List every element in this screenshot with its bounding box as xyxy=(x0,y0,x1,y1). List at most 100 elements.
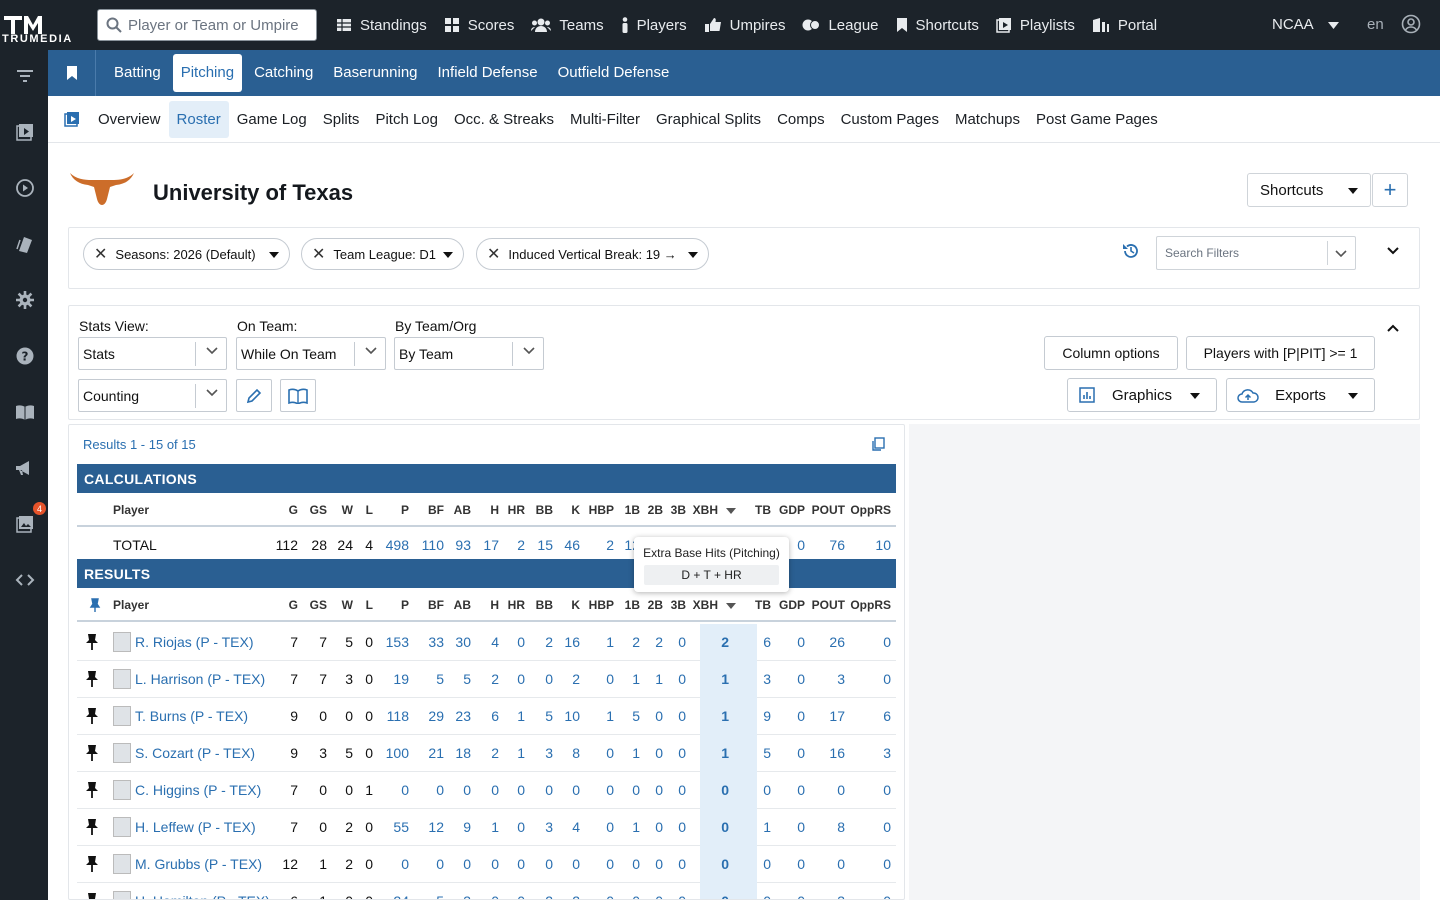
players-with-filter-button[interactable]: Players with [P|PIT] >= 1 xyxy=(1186,336,1375,370)
filter-chip-team-league[interactable]: ✕ Team League: D1 xyxy=(301,238,464,270)
player-link[interactable]: S. Cozart (P - TEX) xyxy=(135,745,255,761)
tab-custom-pages[interactable]: Custom Pages xyxy=(833,101,947,138)
column-header-hbp[interactable]: HBP xyxy=(589,598,614,612)
exports-dropdown[interactable]: Exports xyxy=(1226,378,1375,412)
close-icon[interactable]: ✕ xyxy=(312,244,325,264)
column-header-player[interactable]: Player xyxy=(113,503,149,517)
player-link[interactable]: T. Burns (P - TEX) xyxy=(135,708,248,724)
column-header-1b[interactable]: 1B xyxy=(625,503,640,517)
close-icon[interactable]: ✕ xyxy=(94,244,107,264)
column-header-ab[interactable]: AB xyxy=(454,503,471,517)
column-header-pout[interactable]: POUT xyxy=(812,598,845,612)
conference-select[interactable]: NCAA xyxy=(1272,16,1314,33)
graphics-dropdown[interactable]: Graphics xyxy=(1067,378,1217,412)
bookmark-icon[interactable] xyxy=(48,50,96,96)
nav-shortcuts[interactable]: Shortcuts xyxy=(896,17,979,34)
tab-infield-defense[interactable]: Infield Defense xyxy=(430,54,546,92)
pin-icon[interactable] xyxy=(85,781,99,799)
column-header-opprs[interactable]: OppRS xyxy=(850,503,891,517)
nav-league[interactable]: League xyxy=(802,17,879,34)
image-gallery-icon[interactable] xyxy=(14,513,36,535)
close-icon[interactable]: ✕ xyxy=(487,244,500,264)
column-header-gdp[interactable]: GDP xyxy=(779,598,805,612)
on-team-select[interactable]: While On Team xyxy=(236,337,386,370)
nav-standings[interactable]: Standings xyxy=(336,17,427,34)
column-header-2b[interactable]: 2B xyxy=(648,598,663,612)
player-link[interactable]: C. Higgins (P - TEX) xyxy=(135,782,261,798)
column-header-bf[interactable]: BF xyxy=(428,503,444,517)
search-filters-input[interactable]: Search Filters xyxy=(1156,236,1356,270)
column-header-ab[interactable]: AB xyxy=(454,598,471,612)
column-header-g[interactable]: G xyxy=(289,503,298,517)
player-link[interactable]: M. Grubbs (P - TEX) xyxy=(135,856,262,872)
pin-icon[interactable] xyxy=(85,633,99,651)
column-header-bb[interactable]: BB xyxy=(536,598,553,612)
nav-umpires[interactable]: Umpires xyxy=(704,17,785,34)
stats-view-select[interactable]: Stats xyxy=(78,337,227,370)
column-header-bb[interactable]: BB xyxy=(536,503,553,517)
tab-roster[interactable]: Roster xyxy=(168,100,229,138)
megaphone-icon[interactable] xyxy=(14,457,36,479)
column-header-p[interactable]: P xyxy=(401,598,409,612)
cards-icon[interactable] xyxy=(14,233,36,255)
column-header-player[interactable]: Player xyxy=(113,598,149,612)
column-header-l[interactable]: L xyxy=(366,503,373,517)
reset-history-icon[interactable] xyxy=(1122,242,1140,260)
filter-chip-induced-vertical-break[interactable]: ✕ Induced Vertical Break: 19 → xyxy=(476,238,709,270)
edit-button[interactable] xyxy=(236,379,272,412)
column-header-xbh[interactable]: XBH xyxy=(693,598,718,612)
glossary-button[interactable] xyxy=(280,379,316,412)
player-link[interactable]: L. Harrison (P - TEX) xyxy=(135,671,265,687)
column-header-tb[interactable]: TB xyxy=(755,503,771,517)
playlist-icon[interactable] xyxy=(48,111,96,127)
column-header-3b[interactable]: 3B xyxy=(671,598,686,612)
tab-pitching[interactable]: Pitching xyxy=(172,54,243,92)
tab-catching[interactable]: Catching xyxy=(246,54,321,92)
column-header-3b[interactable]: 3B xyxy=(671,503,686,517)
tab-batting[interactable]: Batting xyxy=(106,54,169,92)
pin-icon[interactable] xyxy=(85,744,99,762)
column-options-button[interactable]: Column options xyxy=(1044,336,1178,370)
pin-icon[interactable] xyxy=(85,855,99,873)
column-header-bf[interactable]: BF xyxy=(428,598,444,612)
pin-icon[interactable] xyxy=(89,598,101,612)
tab-overview[interactable]: Overview xyxy=(90,101,169,138)
column-header-w[interactable]: W xyxy=(342,503,353,517)
tab-splits[interactable]: Splits xyxy=(315,101,368,138)
sort-desc-icon[interactable] xyxy=(726,508,736,514)
column-header-hr[interactable]: HR xyxy=(508,503,525,517)
pin-icon[interactable] xyxy=(85,818,99,836)
filter-chip-seasons[interactable]: ✕ Seasons: 2026 (Default) xyxy=(83,238,290,270)
book-icon[interactable] xyxy=(14,401,36,423)
column-header-p[interactable]: P xyxy=(401,503,409,517)
column-header-1b[interactable]: 1B xyxy=(625,598,640,612)
gear-icon[interactable] xyxy=(14,289,36,311)
copy-icon[interactable] xyxy=(871,437,885,451)
pin-icon[interactable] xyxy=(85,892,99,900)
column-header-g[interactable]: G xyxy=(289,598,298,612)
column-header-k[interactable]: K xyxy=(571,503,580,517)
shortcuts-dropdown[interactable]: Shortcuts xyxy=(1247,173,1371,207)
column-header-2b[interactable]: 2B xyxy=(648,503,663,517)
nav-playlists[interactable]: Playlists xyxy=(996,17,1075,34)
tab-pitch-log[interactable]: Pitch Log xyxy=(367,101,446,138)
column-header-w[interactable]: W xyxy=(342,598,353,612)
nav-teams[interactable]: Teams xyxy=(531,17,604,34)
nav-players[interactable]: Players xyxy=(621,17,687,34)
tab-post-game-pages[interactable]: Post Game Pages xyxy=(1028,101,1166,138)
pin-icon[interactable] xyxy=(85,670,99,688)
nav-scores[interactable]: Scores xyxy=(444,17,514,34)
column-header-h[interactable]: H xyxy=(490,503,499,517)
column-header-gs[interactable]: GS xyxy=(310,598,327,612)
tab-baserunning[interactable]: Baserunning xyxy=(325,54,425,92)
code-icon[interactable] xyxy=(14,569,36,591)
add-shortcut-button[interactable]: + xyxy=(1372,173,1408,207)
pin-icon[interactable] xyxy=(85,707,99,725)
column-header-pout[interactable]: POUT xyxy=(812,503,845,517)
tab-occ-streaks[interactable]: Occ. & Streaks xyxy=(446,101,562,138)
video-icon[interactable] xyxy=(14,121,36,143)
tab-multi-filter[interactable]: Multi-Filter xyxy=(562,101,648,138)
column-header-k[interactable]: K xyxy=(571,598,580,612)
player-link[interactable]: H. Hamilton (P - TEX) xyxy=(135,893,270,899)
filter-icon[interactable] xyxy=(14,65,36,87)
